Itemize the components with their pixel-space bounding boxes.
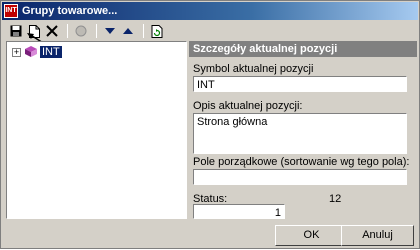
order-input[interactable] — [193, 169, 407, 185]
tree-item-label[interactable]: INT — [40, 46, 62, 58]
description-label: Opis aktualnej pozycji: — [193, 100, 303, 112]
status-count: 12 — [329, 193, 342, 205]
description-textarea[interactable]: Strona główna — [193, 113, 407, 154]
books-icon — [25, 46, 37, 57]
tree-item-root[interactable]: + INT — [12, 46, 62, 58]
ok-button[interactable]: OK — [275, 225, 348, 246]
details-panel: Szczegóły aktualnej pozycji Symbol aktua… — [189, 41, 417, 219]
tree-view[interactable]: + INT — [6, 41, 187, 219]
cancel-button[interactable]: Anuluj — [341, 225, 414, 246]
status-input[interactable]: 1 — [193, 204, 285, 219]
expand-icon[interactable]: + — [12, 47, 21, 57]
details-header: Szczegóły aktualnej pozycji — [189, 41, 417, 57]
dialog-window: INT Grupy towarowe... + INT Szczegóły ak… — [0, 0, 420, 249]
symbol-label: Symbol aktualnej pozycji — [193, 63, 314, 75]
symbol-input[interactable]: INT — [193, 76, 407, 92]
order-label: Pole porządkowe (sortowanie wg tego pola… — [193, 156, 410, 168]
